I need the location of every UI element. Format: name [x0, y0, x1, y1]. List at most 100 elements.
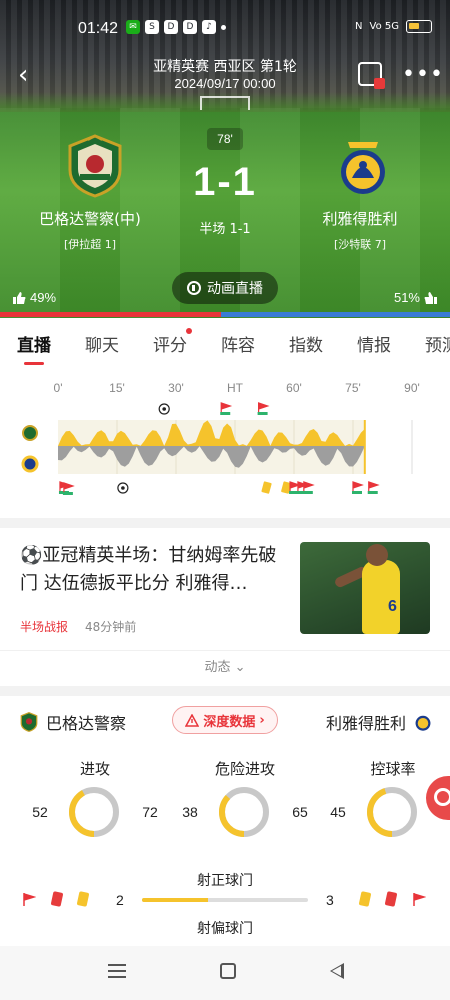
- record-icon[interactable]: [358, 62, 385, 89]
- tab-2[interactable]: 评分: [136, 331, 204, 356]
- stat-ring-block: 危险进攻 38 65: [170, 758, 320, 858]
- section-divider: [0, 686, 450, 696]
- tab-bar: 直播聊天评分阵容指数情报预测: [0, 318, 450, 368]
- tab-notification-dot: [186, 328, 192, 334]
- red-card-icon: [384, 891, 398, 907]
- more-icon[interactable]: •••: [402, 62, 444, 87]
- stats-home-team-name: 巴格达警察: [46, 714, 127, 733]
- shots-off-target-label: 射偏球门: [197, 921, 253, 937]
- corner-flag-base: [352, 491, 362, 494]
- vote-bar-away: [220, 312, 450, 317]
- thumbs-up-icon: [13, 291, 26, 304]
- corner-flag-icon: [413, 893, 426, 906]
- away-team-name[interactable]: 利雅得胜利: [270, 208, 450, 229]
- home-team-marker: [22, 425, 38, 441]
- deep-data-button[interactable]: 深度数据 ›: [172, 706, 278, 734]
- corner-flag-icon: [23, 893, 36, 906]
- stat-ring-block: 进攻 52 72: [20, 758, 170, 858]
- stats-home-team: 巴格达警察: [20, 710, 126, 734]
- momentum-chart: 0' 15' 30' HT 60' 75' 90': [0, 368, 450, 516]
- news-thumbnail[interactable]: 6: [300, 542, 430, 634]
- shop-icon: S: [145, 20, 159, 34]
- tab-5[interactable]: 情报: [340, 331, 408, 356]
- tab-3[interactable]: 阵容: [204, 331, 272, 356]
- momentum-tick-label: 60': [286, 381, 302, 395]
- away-team-marker: [21, 455, 39, 473]
- tab-0[interactable]: 直播: [0, 331, 68, 356]
- away-team-mini-logo: [415, 715, 431, 731]
- animation-icon: [187, 281, 201, 295]
- home-team-name[interactable]: 巴格达警察(中): [0, 208, 180, 229]
- away-team-league-rank: [沙特联 7]: [333, 238, 387, 251]
- player-number: 6: [388, 598, 397, 615]
- wechat-icon: ✉: [126, 20, 140, 34]
- news-title[interactable]: ⚽亚冠精英半场：甘纳姆率先破门 达伍德扳平比分 利雅得…: [20, 542, 292, 598]
- stat-ring: [219, 787, 269, 837]
- yellow-card-icon: [358, 891, 372, 907]
- news-card[interactable]: ⚽亚冠精英半场：甘纳姆率先破门 达伍德扳平比分 利雅得… 半场战报 48分钟前 …: [0, 530, 450, 650]
- doc-icon: D: [164, 20, 178, 34]
- status-bar: 01:42 ✉ S D D ♪ N Vo 5G: [0, 0, 450, 52]
- menu-icon[interactable]: [108, 964, 126, 978]
- home-team-mini-logo: [20, 712, 38, 732]
- network-label: Vo 5G: [369, 21, 399, 32]
- stat-ring-away-value: 72: [142, 804, 158, 820]
- momentum-tick-label: HT: [227, 381, 244, 395]
- tab-6[interactable]: 预测: [408, 331, 450, 356]
- momentum-tick-label: 0': [54, 381, 63, 395]
- momentum-tick-label: 75': [345, 381, 361, 395]
- stats-section: 巴格达警察 深度数据 › 利雅得胜利 进攻5272危险进攻3865控球率4555…: [0, 696, 450, 950]
- stat-ring-home-value: 45: [330, 804, 346, 820]
- tab-1[interactable]: 聊天: [68, 331, 136, 356]
- corner-flag-base: [367, 491, 378, 494]
- status-system-icons: N Vo 5G: [355, 20, 432, 33]
- stat-ring-away-value: 65: [292, 804, 308, 820]
- home-vote-percent: 49%: [30, 290, 57, 305]
- shots-on-target-label: 射正球门: [197, 873, 253, 889]
- dynamics-toggle[interactable]: 动态 ⌄: [0, 650, 450, 686]
- stat-ring-home-value: 38: [182, 804, 198, 820]
- red-card-icon: [50, 891, 64, 907]
- stats-away-team: 利雅得胜利: [326, 710, 432, 734]
- status-time: 01:42: [78, 20, 119, 37]
- chevron-right-icon: ›: [259, 712, 265, 728]
- away-vote-percent: 51%: [393, 290, 420, 305]
- back-triangle-icon[interactable]: [330, 963, 344, 979]
- active-tab-indicator: [24, 362, 44, 365]
- away-vote[interactable]: 51%: [394, 290, 438, 305]
- corner-flag-base: [257, 412, 268, 415]
- vote-bar-home: [0, 312, 221, 317]
- tab-4[interactable]: 指数: [272, 331, 340, 356]
- stat-ring-label: 进攻: [79, 760, 110, 778]
- momentum-graph: 0' 15' 30' HT 60' 75' 90': [21, 381, 420, 495]
- shots-on-target-row: 射正球门 2 3: [0, 870, 450, 908]
- battery-icon: [406, 20, 432, 33]
- momentum-tick-label: 15': [109, 381, 125, 395]
- yellow-card-icon: [261, 481, 272, 494]
- stat-ring-label: 危险进攻: [214, 760, 275, 778]
- corner-flag-base: [302, 491, 313, 494]
- animation-live-button[interactable]: 动画直播: [172, 272, 278, 304]
- doc2-icon: D: [183, 20, 197, 34]
- corner-flag-base: [62, 492, 73, 495]
- home-vote[interactable]: 49%: [12, 290, 56, 305]
- stats-away-team-name: 利雅得胜利: [325, 714, 406, 733]
- status-notification-icons: ✉ S D D ♪: [126, 20, 226, 34]
- match-score: 1-1: [193, 160, 257, 204]
- league-title: 亚精英赛 西亚区 第1轮: [153, 59, 297, 75]
- momentum-tick-label: 90': [404, 381, 420, 395]
- shots-on-home-value: 2: [116, 892, 124, 908]
- home-event-icons: [22, 891, 90, 907]
- system-navigation-bar: [0, 946, 450, 1000]
- player-jersey: [362, 560, 400, 634]
- away-event-icons: [358, 891, 426, 907]
- player-head: [366, 544, 388, 566]
- goal-ball-center: [121, 486, 125, 490]
- shots-on-bar: [142, 898, 308, 902]
- home-icon[interactable]: [220, 963, 236, 979]
- stat-ring-label: 控球率: [370, 760, 416, 778]
- yellow-card-icon: [76, 891, 90, 907]
- match-screen: 01:42 ✉ S D D ♪ N Vo 5G ‹ 亚精英赛 西亚区 第1轮 2…: [0, 0, 450, 1000]
- corner-flag-base: [220, 412, 231, 415]
- news-time: 48分钟前: [85, 620, 137, 634]
